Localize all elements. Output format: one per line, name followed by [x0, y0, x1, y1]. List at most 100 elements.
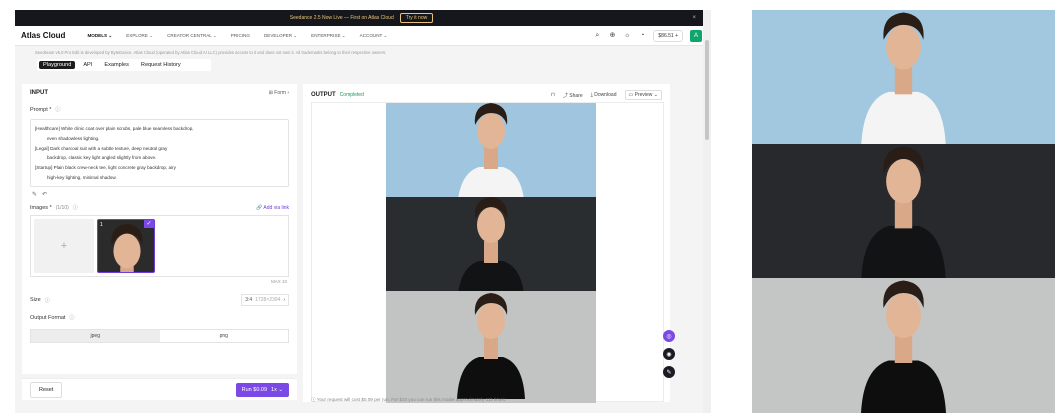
close-icon[interactable]: ×: [692, 15, 696, 21]
info-icon[interactable]: ⓘ: [45, 297, 50, 304]
nav-item-creator-central[interactable]: CREATOR CENTRAL ⌄: [167, 33, 217, 39]
portrait-panel-startup: [386, 291, 596, 403]
size-label: Size: [30, 297, 41, 303]
large-portrait-legal-figure: [861, 146, 946, 278]
large-portrait-startup-figure: [861, 280, 946, 413]
output-title: OUTPUT: [311, 92, 336, 98]
nav-actions: ⌕ ⊕ ☼ ◔ $86.51 + A: [593, 29, 702, 42]
prompt-line: [Startup] Plain black crew-neck tee, lig…: [35, 165, 176, 171]
share-button[interactable]: ⤴ Share: [563, 92, 583, 99]
large-portrait-healthcare: [752, 10, 1055, 145]
portrait-legal: [457, 197, 525, 291]
prompt-textarea[interactable]: [Healthcare] White clinic coat over plai…: [30, 119, 289, 187]
thumbnail-index: 1: [100, 222, 103, 228]
portrait-startup: [457, 293, 525, 399]
portrait-panel-healthcare: [386, 103, 596, 197]
multiplier-select[interactable]: 1x ⌄: [271, 387, 283, 393]
model-disclaimer: Seedream v5.0 Pro Edit is developed by B…: [35, 50, 387, 55]
output-format-toggle: jpeg png: [30, 329, 289, 343]
images-label-group: Images * (1/10) ⓘ: [30, 204, 78, 212]
banner-text: Seedance 2.5 Now Live — First on Atlas C…: [289, 15, 394, 21]
size-value: 3:4: [245, 297, 253, 303]
announcement-banner: Seedance 2.5 Now Live — First on Atlas C…: [15, 10, 708, 26]
nav-item-explore[interactable]: EXPLORE ⌄: [126, 33, 153, 39]
prompt-line: backdrop, classic key light angled sligh…: [47, 155, 157, 161]
magic-wand-icon[interactable]: ✎: [32, 191, 37, 198]
check-icon[interactable]: ✓: [144, 220, 154, 228]
images-label: Images *: [30, 204, 52, 211]
tab-examples[interactable]: Examples: [100, 61, 133, 69]
globe-icon[interactable]: ⊕: [608, 32, 616, 40]
reset-button[interactable]: Reset: [30, 381, 63, 398]
download-button[interactable]: ⤓ Download: [591, 92, 617, 98]
preview-label: Preview ⌄: [634, 92, 658, 98]
search-icon[interactable]: ⌕: [593, 32, 601, 40]
logo[interactable]: Atlas Cloud: [21, 31, 65, 40]
large-portrait-legal: [752, 144, 1055, 278]
prompt-line: high-key lighting, minimal shadow.: [47, 174, 117, 180]
prompt-line: [Legal] Dark charcoal suit with a subtle…: [35, 145, 168, 151]
info-icon[interactable]: ⓘ: [55, 106, 60, 113]
share-label: Share: [569, 92, 583, 99]
large-portrait-startup: [752, 278, 1055, 413]
tab-bar: Playground API Examples Request History: [37, 59, 211, 71]
nav-item-models[interactable]: MODELS ⌄: [87, 33, 112, 39]
format-option-jpeg[interactable]: jpeg: [31, 330, 160, 342]
size-dimensions: 1728×2304: [255, 297, 281, 303]
prompt-label: Prompt *: [30, 106, 52, 113]
cost-note-text: Your request will cost $0.09 per run. Fo…: [316, 397, 507, 402]
tab-playground[interactable]: Playground: [39, 61, 76, 69]
download-label: Download: [594, 92, 617, 98]
support-icon[interactable]: ◉: [663, 348, 675, 360]
portrait-panel-legal: [386, 197, 596, 291]
try-it-now-button[interactable]: Try it now: [399, 13, 434, 23]
preview-select[interactable]: ▭ Preview ⌄: [624, 90, 662, 100]
portrait-healthcare: [457, 103, 525, 197]
top-nav: Atlas Cloud MODELS ⌄ EXPLORE ⌄ CREATOR C…: [15, 26, 708, 46]
input-title: INPUT: [30, 90, 48, 96]
bell-icon[interactable]: ◔: [638, 32, 646, 40]
nav-item-developer[interactable]: DEVELOPER ⌄: [264, 33, 297, 39]
output-panel: OUTPUT Completed ⊓ ⤴ Share ⤓ Download ▭ …: [303, 84, 670, 403]
output-canvas: [311, 102, 664, 403]
floating-actions: ◎ ◉ ✎: [663, 330, 675, 378]
run-button[interactable]: Run $0.09 1x ⌄: [235, 382, 289, 397]
image-upload-area: + 1 ✓: [30, 215, 289, 277]
scrollbar[interactable]: [703, 10, 711, 413]
action-footer: Reset Run $0.09 1x ⌄: [22, 378, 297, 400]
images-counter: (1/10): [55, 204, 69, 211]
discord-icon[interactable]: ◎: [663, 330, 675, 342]
info-icon[interactable]: ⓘ: [73, 204, 78, 211]
size-label-group: Size ⓘ: [30, 297, 50, 304]
feedback-icon[interactable]: ✎: [663, 366, 675, 378]
chevron-right-icon: ›: [283, 297, 285, 303]
size-select[interactable]: 3:4 1728×2304 ›: [241, 294, 289, 306]
max-images-note: MAX 10: [270, 279, 287, 284]
form-toggle-button[interactable]: ⊞ Form ›: [269, 90, 289, 96]
history-icon[interactable]: ↶: [42, 191, 47, 198]
cost-note: ⓘ Your request will cost $0.09 per run. …: [311, 397, 507, 402]
status-badge: Completed: [339, 92, 364, 98]
add-via-link-button[interactable]: 🔗 Add via link: [256, 205, 289, 211]
balance-button[interactable]: $86.51 +: [653, 29, 683, 42]
uploaded-image-thumbnail[interactable]: 1 ✓: [97, 219, 155, 273]
nav-item-pricing[interactable]: PRICING: [231, 33, 250, 38]
result-preview-image: [752, 10, 1055, 413]
add-image-button[interactable]: +: [34, 219, 94, 273]
nav-item-account[interactable]: ACCOUNT ⌄: [360, 33, 388, 39]
output-image[interactable]: [386, 103, 596, 403]
prompt-line: even shadowless lighting.: [47, 135, 100, 141]
input-panel: INPUT ⊞ Form › Prompt * ⓘ [Healthcare] W…: [22, 84, 297, 374]
info-icon[interactable]: ⓘ: [69, 314, 74, 321]
tab-request-history[interactable]: Request History: [137, 61, 185, 69]
tab-api[interactable]: API: [79, 61, 96, 69]
prompt-line: [Healthcare] White clinic coat over plai…: [35, 126, 194, 131]
run-label: Run $0.09: [241, 386, 268, 393]
scrollbar-thumb[interactable]: [705, 40, 709, 140]
format-option-png[interactable]: png: [160, 330, 289, 342]
output-format-label: Output Format: [30, 314, 66, 321]
theme-icon[interactable]: ☼: [623, 32, 631, 40]
avatar[interactable]: A: [690, 29, 702, 42]
nav-item-enterprise[interactable]: ENTERPRISE ⌄: [311, 33, 345, 39]
compare-icon[interactable]: ⊓: [551, 92, 555, 98]
